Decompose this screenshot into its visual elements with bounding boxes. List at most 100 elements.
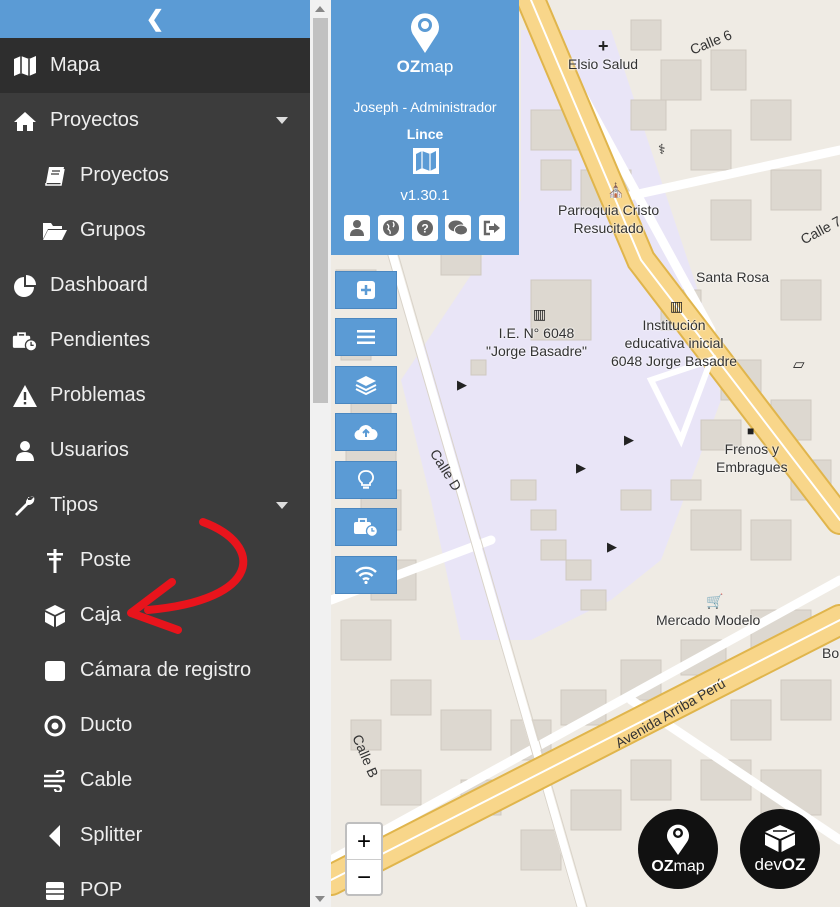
layers-icon (355, 376, 377, 395)
briefcase-clock-icon (354, 518, 379, 537)
ozmap-round-logo[interactable]: OZmap (638, 809, 718, 889)
map-label-frenos: Frenos y Embragues (716, 441, 788, 475)
bars-icon (357, 330, 375, 344)
tips-button[interactable] (335, 461, 397, 499)
sidebar-item-poste[interactable]: Poste (0, 533, 310, 588)
sidebar-item-proyectos[interactable]: Proyectos (0, 93, 310, 148)
comments-icon (448, 220, 468, 236)
scroll-down-arrow-icon[interactable] (315, 896, 325, 902)
project-name: Lince (406, 126, 444, 142)
menu-button[interactable] (335, 318, 397, 356)
sidebar-item-label: POP (80, 879, 123, 901)
sidebar-item-label: Proyectos (80, 164, 169, 186)
layers-button[interactable] (335, 366, 397, 404)
sidebar-item-label: Dashboard (50, 274, 148, 296)
sidebar-item-camara-de-registro[interactable]: Cámara de registro (0, 643, 310, 698)
sidebar-item-proyectos-sub[interactable]: Proyectos (0, 148, 310, 203)
scroll-up-arrow-icon[interactable] (315, 6, 325, 12)
sidebar-item-dashboard[interactable]: Dashboard (0, 258, 310, 313)
collapse-sidebar-button[interactable]: ❮ (0, 0, 310, 38)
pedestrian-icon: ▶ (607, 539, 617, 554)
cable-icon (42, 768, 68, 794)
ozmap-logo: OZmap (331, 10, 519, 77)
chat-button[interactable] (445, 215, 471, 241)
school-icon[interactable]: ▥ (533, 306, 546, 323)
cube-icon (765, 825, 795, 852)
add-element-button[interactable] (335, 271, 397, 309)
map-label-ie-6048: I.E. N° 6048 "Jorge Basadre" (486, 325, 587, 359)
sidebar-item-grupos[interactable]: Grupos (0, 203, 310, 258)
sign-out-icon (483, 220, 500, 236)
zoom-in-button[interactable]: + (347, 824, 381, 860)
caret-down-icon (276, 117, 288, 124)
language-button[interactable] (378, 215, 404, 241)
cloud-upload-icon (354, 425, 378, 441)
sidebar-scrollbar[interactable] (310, 0, 331, 907)
sidebar-item-splitter[interactable]: Splitter (0, 808, 310, 863)
wifi-button[interactable] (335, 556, 397, 594)
school-icon[interactable]: ▥ (670, 298, 683, 315)
map-label-institucion: Institución educativa inicial 6048 Jorge… (611, 317, 738, 369)
cube-icon (42, 603, 68, 629)
car-repair-icon[interactable]: ■ (747, 424, 754, 438)
map-label-bo: Bo (822, 645, 840, 661)
map-label-elsio-salud: Elsio Salud (568, 56, 639, 72)
lightbulb-icon (358, 470, 374, 489)
pedestrian-icon: ▶ (457, 377, 467, 392)
sidebar-item-mapa[interactable]: Mapa (0, 38, 310, 93)
square-icon (42, 658, 68, 684)
briefcase-clock-icon (12, 328, 38, 354)
sidebar-item-label: Grupos (80, 219, 146, 241)
shopping-cart-icon[interactable]: 🛒 (706, 593, 723, 610)
church-icon[interactable]: ⛪ (607, 182, 624, 199)
sidebar-item-ducto[interactable]: Ducto (0, 698, 310, 753)
map-label-mercado-modelo: Mercado Modelo (656, 612, 761, 628)
sidebar-item-pop[interactable]: POP (0, 863, 310, 907)
profile-button[interactable] (344, 215, 370, 241)
sidebar-item-problemas[interactable]: Problemas (0, 368, 310, 423)
dentist-icon[interactable]: ▱ (793, 355, 805, 373)
server-icon (42, 878, 68, 904)
version-label: v1.30.1 (400, 187, 450, 204)
map-label-parroquia: Parroquia Cristo Resucitado (558, 202, 660, 236)
question-icon: ? (417, 220, 433, 236)
upload-button[interactable] (335, 413, 397, 451)
sidebar-item-label: Ducto (80, 714, 133, 736)
sidebar-item-label: Cámara de registro (80, 659, 252, 681)
logout-button[interactable] (479, 215, 505, 241)
sidebar-item-tipos[interactable]: Tipos (0, 478, 310, 533)
svg-text:?: ? (421, 222, 428, 236)
zoom-control: + − (345, 822, 383, 896)
sidebar-item-label: Mapa (50, 54, 101, 76)
user-role: Joseph - Administrador (353, 99, 497, 115)
wrench-icon (12, 493, 38, 519)
devoz-round-logo[interactable]: devOZ (740, 809, 820, 889)
help-button[interactable]: ? (412, 215, 438, 241)
warning-icon (12, 383, 38, 409)
zoom-out-button[interactable]: − (347, 860, 381, 895)
map-label-santa-rosa: Santa Rosa (696, 269, 770, 285)
stethoscope-icon[interactable]: ⚕ (658, 141, 666, 158)
chevron-left-icon: ❮ (145, 6, 165, 31)
caret-down-icon (276, 502, 288, 509)
hospital-icon[interactable]: + (598, 36, 609, 57)
sidebar-item-label: Proyectos (50, 109, 139, 131)
pending-tasks-button[interactable] (335, 508, 397, 546)
pie-chart-icon (12, 273, 38, 299)
sidebar-item-usuarios[interactable]: Usuarios (0, 423, 310, 478)
map-icon[interactable] (413, 148, 439, 179)
pedestrian-icon: ▶ (576, 460, 586, 475)
sidebar-item-cable[interactable]: Cable (0, 753, 310, 808)
map-icon (12, 53, 38, 79)
sidebar-item-label: Tipos (50, 494, 99, 516)
sidebar: ❮ Mapa Proyectos Proyectos Grupos Dashbo… (0, 0, 310, 907)
globe-icon (383, 220, 399, 236)
scrollbar-thumb[interactable] (313, 18, 328, 403)
wifi-icon (355, 566, 377, 584)
sidebar-item-pendientes[interactable]: Pendientes (0, 313, 310, 368)
book-icon (42, 163, 68, 189)
sidebar-item-label: Caja (80, 604, 122, 626)
sidebar-item-caja[interactable]: Caja (0, 588, 310, 643)
map-pin-icon (667, 824, 689, 855)
user-icon (12, 438, 38, 464)
